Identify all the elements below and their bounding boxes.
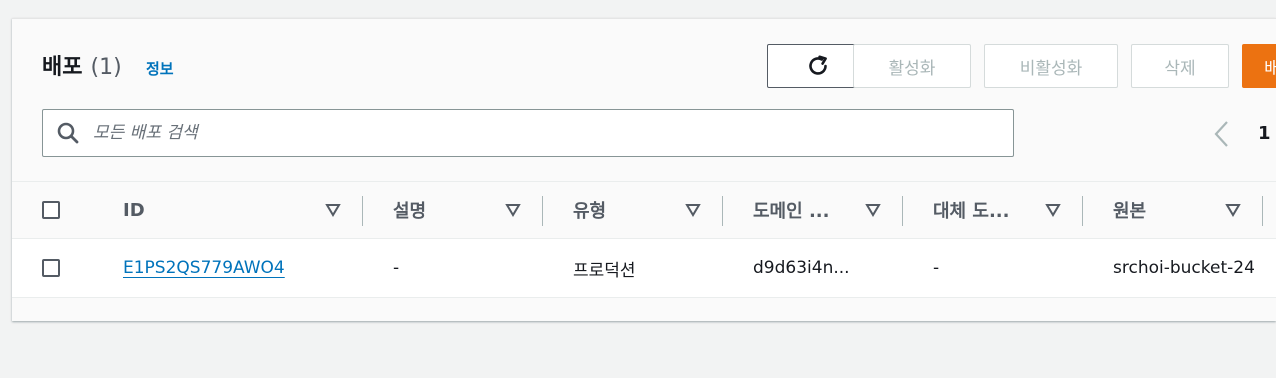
search-box[interactable] <box>42 109 1014 157</box>
sort-icon[interactable] <box>325 203 341 217</box>
deactivate-button[interactable]: 비활성화 <box>984 44 1118 88</box>
domain-cell: d9d63i4n... <box>753 258 850 278</box>
description-cell: - <box>393 258 400 278</box>
row-select-checkbox[interactable] <box>42 259 60 277</box>
column-header-origin[interactable]: 원본 <box>1113 182 1146 238</box>
column-header-alternate-domain[interactable]: 대체 도... <box>933 182 1009 238</box>
page-title-text: 배포 <box>42 55 83 80</box>
distribution-id-link[interactable]: E1PS2QS779AWO4 <box>123 258 285 278</box>
origin-cell: srchoi-bucket-24 <box>1113 258 1255 278</box>
search-icon <box>57 122 79 144</box>
column-divider[interactable] <box>1082 196 1083 226</box>
column-divider[interactable] <box>542 196 543 226</box>
page-title: 배포 (1) <box>42 49 122 81</box>
sort-icon[interactable] <box>1225 203 1241 217</box>
alternate-domain-cell: - <box>933 258 940 278</box>
activate-button[interactable]: 활성화 <box>853 44 971 88</box>
sort-icon[interactable] <box>1045 203 1061 217</box>
delete-button[interactable]: 삭제 <box>1131 44 1229 88</box>
column-header-domain[interactable]: 도메인 ... <box>753 182 829 238</box>
previous-page-icon[interactable] <box>1210 119 1234 149</box>
column-divider[interactable] <box>902 196 903 226</box>
distributions-panel: 배포 (1) 정보 활성화 비활성화 삭제 배 1 ID 설명 유형 도메인 .… <box>12 18 1276 321</box>
column-divider[interactable] <box>722 196 723 226</box>
sort-icon[interactable] <box>865 203 881 217</box>
type-cell: 프로덕션 <box>573 260 636 281</box>
column-header-id[interactable]: ID <box>123 182 145 238</box>
column-header-type[interactable]: 유형 <box>573 182 606 238</box>
column-divider[interactable] <box>362 196 363 226</box>
table-row[interactable]: E1PS2QS779AWO4 - 프로덕션 d9d63i4n... - srch… <box>12 239 1276 298</box>
search-input[interactable] <box>91 122 975 144</box>
info-link[interactable]: 정보 <box>146 58 174 79</box>
distribution-count: (1) <box>90 55 122 80</box>
current-page-number[interactable]: 1 <box>1258 123 1271 144</box>
table-header: ID 설명 유형 도메인 ... 대체 도... 원본 <box>12 181 1276 239</box>
column-header-description[interactable]: 설명 <box>393 182 426 238</box>
select-all-checkbox[interactable] <box>42 201 60 219</box>
refresh-icon <box>809 55 827 75</box>
create-distribution-button[interactable]: 배 <box>1242 44 1276 88</box>
sort-icon[interactable] <box>505 203 521 217</box>
column-divider[interactable] <box>1262 196 1263 226</box>
sort-icon[interactable] <box>685 203 701 217</box>
